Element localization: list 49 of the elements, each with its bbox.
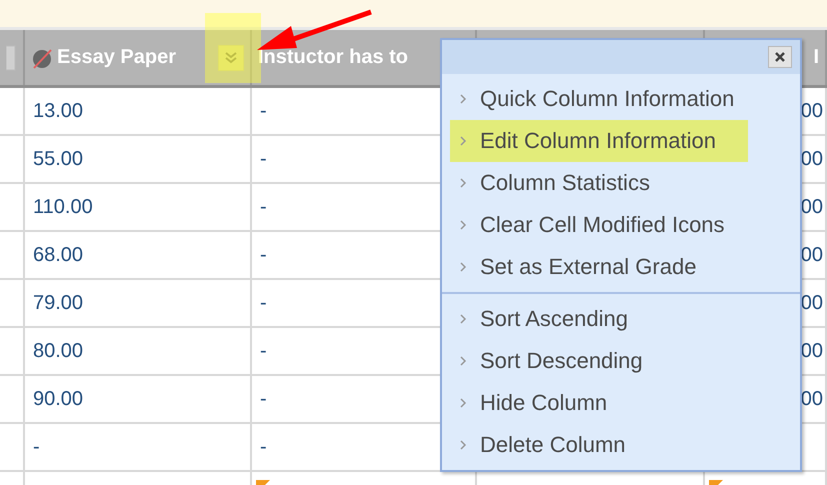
menu-item[interactable]: Hide Column: [450, 382, 748, 424]
grade-value: 00: [800, 388, 823, 410]
menu-item[interactable]: Delete Column: [450, 424, 748, 466]
close-icon: [774, 51, 786, 63]
grade-value: 00: [800, 292, 823, 314]
chevron-icon: [458, 356, 468, 366]
grade-value: -: [260, 148, 267, 170]
menu-item[interactable]: Set as External Grade: [450, 246, 748, 288]
grade-value: -: [260, 196, 267, 218]
chevron-icon: [458, 262, 468, 272]
close-button[interactable]: [768, 46, 792, 68]
grade-value: 80.00: [33, 340, 84, 362]
grade-value: -: [260, 100, 267, 122]
grade-value: -: [260, 340, 267, 362]
grade-value: 00: [800, 244, 823, 266]
chevron-icon: [458, 440, 468, 450]
grade-value: 00: [800, 100, 823, 122]
menu-item[interactable]: Sort Ascending: [450, 298, 748, 340]
grade-value: 110.00: [33, 196, 93, 218]
grade-value: -: [33, 436, 40, 458]
chevron-icon: [458, 220, 468, 230]
grade-value: -: [260, 388, 267, 410]
grade-value: -: [260, 436, 267, 458]
column-header: Instuctor has to: [258, 46, 408, 69]
chevron-icon: [458, 178, 468, 188]
chevron-icon: [458, 94, 468, 104]
highlight: [205, 13, 261, 83]
chevron-icon: [458, 136, 468, 146]
column-handle-icon: [6, 44, 16, 70]
grade-value: 55.00: [33, 148, 84, 170]
grade-value: 79.00: [33, 292, 84, 314]
menu-item[interactable]: Column Statistics: [450, 162, 748, 204]
column-header: I: [813, 46, 819, 69]
double-chevron-icon: [224, 50, 238, 64]
chevron-icon: [458, 314, 468, 324]
grade-value: 00: [800, 340, 823, 362]
column-header: Essay Paper: [57, 46, 176, 69]
grade-value: 13.00: [33, 100, 84, 122]
grade-value: 68.00: [33, 244, 84, 266]
menu-item[interactable]: Clear Cell Modified Icons: [450, 204, 748, 246]
grade-value: -: [260, 292, 267, 314]
grade-value: 00: [800, 196, 823, 218]
menu-item[interactable]: Quick Column Information: [450, 78, 748, 120]
chevron-icon: [458, 398, 468, 408]
grade-value: 00: [800, 148, 823, 170]
grade-value: 90.00: [33, 388, 84, 410]
menu-item[interactable]: Sort Descending: [450, 340, 748, 382]
menu-item[interactable]: Edit Column Information: [450, 120, 748, 162]
grade-value: -: [260, 244, 267, 266]
